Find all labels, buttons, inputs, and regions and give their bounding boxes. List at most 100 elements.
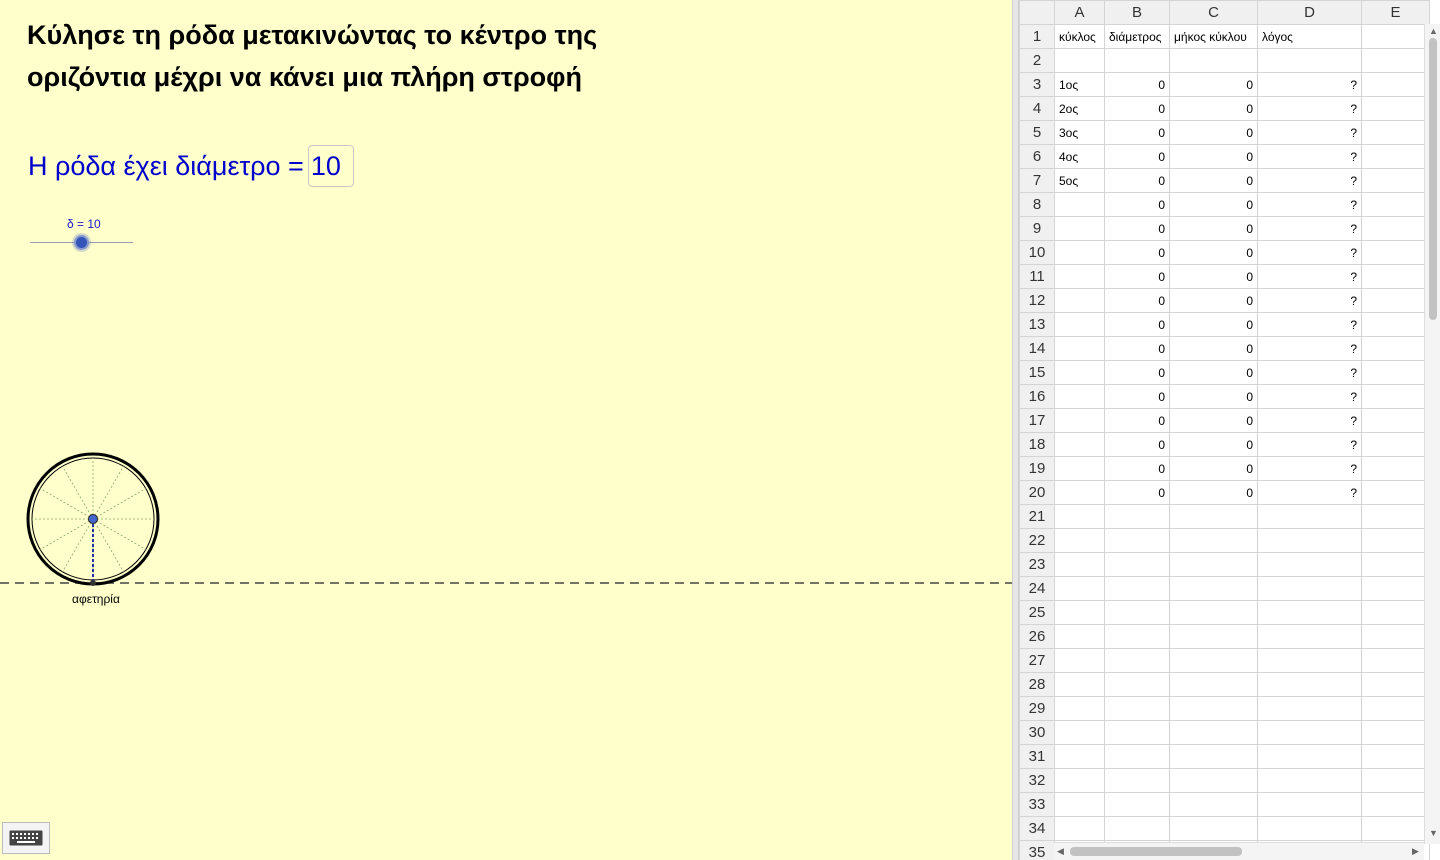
- cell-b17[interactable]: 0: [1104, 408, 1170, 433]
- cell-a10[interactable]: [1054, 240, 1105, 265]
- cell-d10[interactable]: ?: [1257, 240, 1362, 265]
- row-header[interactable]: 14: [1019, 336, 1055, 361]
- row-header[interactable]: 10: [1019, 240, 1055, 265]
- cell-b32[interactable]: [1104, 768, 1170, 793]
- cell-a17[interactable]: [1054, 408, 1105, 433]
- row-header[interactable]: 11: [1019, 264, 1055, 289]
- row-header[interactable]: 31: [1019, 744, 1055, 769]
- cell-c17[interactable]: 0: [1169, 408, 1258, 433]
- cell-c10[interactable]: 0: [1169, 240, 1258, 265]
- cell-d34[interactable]: [1257, 816, 1362, 841]
- cell-d9[interactable]: ?: [1257, 216, 1362, 241]
- column-header-d[interactable]: D: [1257, 0, 1362, 25]
- cell-e9[interactable]: [1361, 216, 1430, 241]
- cell-e31[interactable]: [1361, 744, 1430, 769]
- row-header[interactable]: 21: [1019, 504, 1055, 529]
- cell-e6[interactable]: [1361, 144, 1430, 169]
- cell-c5[interactable]: 0: [1169, 120, 1258, 145]
- cell-d11[interactable]: ?: [1257, 264, 1362, 289]
- cell-c31[interactable]: [1169, 744, 1258, 769]
- cell-c28[interactable]: [1169, 672, 1258, 697]
- scroll-down-icon[interactable]: ▼: [1429, 828, 1438, 838]
- cell-a5[interactable]: 3ος: [1054, 120, 1105, 145]
- row-header[interactable]: 12: [1019, 288, 1055, 313]
- row-header[interactable]: 8: [1019, 192, 1055, 217]
- cell-b11[interactable]: 0: [1104, 264, 1170, 289]
- cell-b15[interactable]: 0: [1104, 360, 1170, 385]
- cell-a21[interactable]: [1054, 504, 1105, 529]
- cell-a15[interactable]: [1054, 360, 1105, 385]
- row-header[interactable]: 9: [1019, 216, 1055, 241]
- cell-b4[interactable]: 0: [1104, 96, 1170, 121]
- cell-a22[interactable]: [1054, 528, 1105, 553]
- cell-a4[interactable]: 2ος: [1054, 96, 1105, 121]
- cell-b7[interactable]: 0: [1104, 168, 1170, 193]
- row-header[interactable]: 17: [1019, 408, 1055, 433]
- cell-b9[interactable]: 0: [1104, 216, 1170, 241]
- row-header[interactable]: 13: [1019, 312, 1055, 337]
- cell-c23[interactable]: [1169, 552, 1258, 577]
- cell-a24[interactable]: [1054, 576, 1105, 601]
- cell-d5[interactable]: ?: [1257, 120, 1362, 145]
- cell-c7[interactable]: 0: [1169, 168, 1258, 193]
- scroll-right-icon[interactable]: ▶: [1412, 846, 1419, 857]
- cell-d21[interactable]: [1257, 504, 1362, 529]
- cell-e19[interactable]: [1361, 456, 1430, 481]
- cell-b13[interactable]: 0: [1104, 312, 1170, 337]
- cell-b33[interactable]: [1104, 792, 1170, 817]
- cell-e1[interactable]: [1361, 24, 1430, 49]
- cell-c27[interactable]: [1169, 648, 1258, 673]
- row-header[interactable]: 26: [1019, 624, 1055, 649]
- cell-e8[interactable]: [1361, 192, 1430, 217]
- cell-b14[interactable]: 0: [1104, 336, 1170, 361]
- row-header[interactable]: 7: [1019, 168, 1055, 193]
- cell-b3[interactable]: 0: [1104, 72, 1170, 97]
- row-header[interactable]: 25: [1019, 600, 1055, 625]
- diameter-input[interactable]: 10: [307, 145, 354, 187]
- cell-a14[interactable]: [1054, 336, 1105, 361]
- cell-c16[interactable]: 0: [1169, 384, 1258, 409]
- slider-knob[interactable]: [74, 235, 89, 250]
- row-header[interactable]: 1: [1019, 24, 1055, 49]
- row-header[interactable]: 6: [1019, 144, 1055, 169]
- cell-b26[interactable]: [1104, 624, 1170, 649]
- cell-c8[interactable]: 0: [1169, 192, 1258, 217]
- cell-c11[interactable]: 0: [1169, 264, 1258, 289]
- cell-c26[interactable]: [1169, 624, 1258, 649]
- row-header[interactable]: 29: [1019, 696, 1055, 721]
- column-header-b[interactable]: B: [1104, 0, 1170, 25]
- corner-cell[interactable]: [1019, 0, 1055, 25]
- cell-d31[interactable]: [1257, 744, 1362, 769]
- row-header[interactable]: 28: [1019, 672, 1055, 697]
- row-header[interactable]: 20: [1019, 480, 1055, 505]
- cell-d30[interactable]: [1257, 720, 1362, 745]
- cell-e27[interactable]: [1361, 648, 1430, 673]
- row-header[interactable]: 23: [1019, 552, 1055, 577]
- cell-e32[interactable]: [1361, 768, 1430, 793]
- cell-a13[interactable]: [1054, 312, 1105, 337]
- cell-a18[interactable]: [1054, 432, 1105, 457]
- cell-a6[interactable]: 4ος: [1054, 144, 1105, 169]
- cell-d27[interactable]: [1257, 648, 1362, 673]
- cell-c20[interactable]: 0: [1169, 480, 1258, 505]
- cell-c4[interactable]: 0: [1169, 96, 1258, 121]
- cell-d16[interactable]: ?: [1257, 384, 1362, 409]
- cell-d12[interactable]: ?: [1257, 288, 1362, 313]
- row-header[interactable]: 18: [1019, 432, 1055, 457]
- cell-d3[interactable]: ?: [1257, 72, 1362, 97]
- cell-e34[interactable]: [1361, 816, 1430, 841]
- cell-e20[interactable]: [1361, 480, 1430, 505]
- cell-a9[interactable]: [1054, 216, 1105, 241]
- cell-b24[interactable]: [1104, 576, 1170, 601]
- cell-c21[interactable]: [1169, 504, 1258, 529]
- cell-c2[interactable]: [1169, 48, 1258, 73]
- wheel[interactable]: [26, 452, 160, 586]
- cell-e25[interactable]: [1361, 600, 1430, 625]
- row-header[interactable]: 4: [1019, 96, 1055, 121]
- cell-d14[interactable]: ?: [1257, 336, 1362, 361]
- row-header[interactable]: 19: [1019, 456, 1055, 481]
- cell-b31[interactable]: [1104, 744, 1170, 769]
- row-header[interactable]: 34: [1019, 816, 1055, 841]
- cell-c29[interactable]: [1169, 696, 1258, 721]
- cell-e10[interactable]: [1361, 240, 1430, 265]
